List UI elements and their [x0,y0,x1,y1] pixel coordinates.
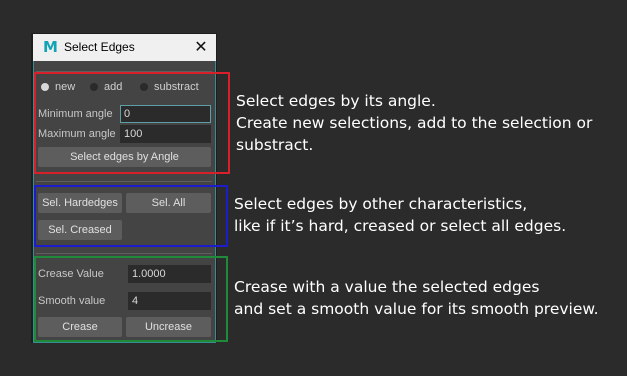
characteristics-annotation-line-1: Select edges by other characteristics, [234,195,528,213]
angle-annotation-line-2: Create new selections, add to the select… [236,114,593,132]
crease-annotation-line-2: and set a smooth value for its smooth pr… [234,300,599,318]
angle-annotation-line-3: substract. [236,136,314,154]
separator [36,181,212,182]
characteristics-section-highlight [34,185,228,247]
window-title: Select Edges [64,40,135,54]
separator [36,253,212,254]
angle-annotation-line-1: Select edges by its angle. [236,92,436,110]
angle-section-highlight [34,72,230,174]
crease-section-highlight [34,256,228,342]
characteristics-annotation-line-2: like if it’s hard, creased or select all… [234,217,567,235]
title-bar[interactable]: M Select Edges ✕ [33,34,216,61]
maya-m-icon: M [43,38,58,56]
close-icon[interactable]: ✕ [191,37,211,57]
crease-annotation-line-1: Crease with a value the selected edges [234,278,540,296]
